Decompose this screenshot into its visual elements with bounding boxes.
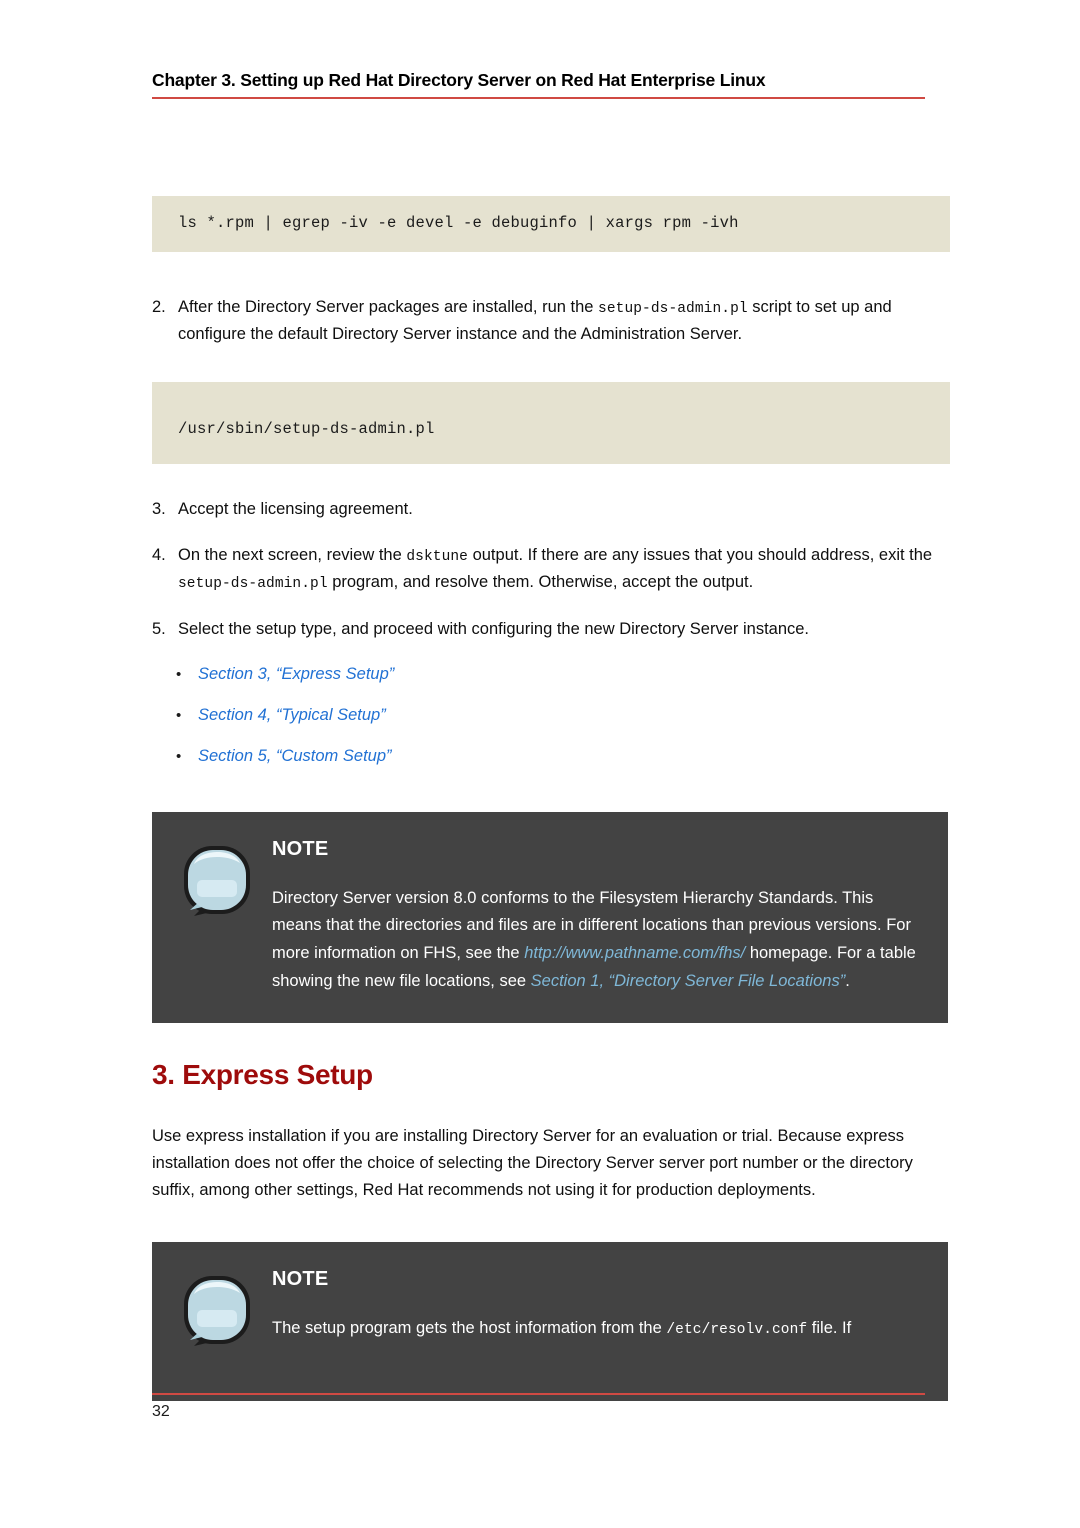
list-item-xref-typical: • Section 4, “Typical Setup” — [152, 706, 952, 725]
procedure-list: 2. After the Directory Server packages a… — [152, 294, 952, 348]
step4-text-b: output. If there are any issues that you… — [468, 545, 933, 564]
note-admonition-fhs: NOTE Directory Server version 8.0 confor… — [152, 811, 948, 1024]
note-text-b: file. If — [807, 1318, 852, 1337]
list-item-text: Select the setup type, and proceed with … — [178, 619, 810, 638]
list-item-xref-express: • Section 3, “Express Setup” — [152, 665, 952, 684]
page-footer: 32 — [152, 1393, 925, 1421]
note-body: NOTE The setup program gets the host inf… — [256, 1268, 918, 1343]
note-admonition-resolv-conf: NOTE The setup program gets the host inf… — [152, 1241, 948, 1401]
note-label: NOTE — [272, 837, 329, 860]
page-number: 32 — [152, 1402, 170, 1420]
note-text: Directory Server version 8.0 conforms to… — [272, 885, 918, 996]
list-marker: 3. — [152, 500, 166, 519]
speech-bubble-icon — [180, 838, 256, 935]
list-item-step-2: 2. After the Directory Server packages a… — [152, 294, 952, 348]
list-marker: 5. — [152, 619, 166, 638]
list-item-text: Accept the licensing agreement. — [178, 500, 413, 519]
speech-bubble-icon — [180, 1268, 256, 1365]
link-fhs-homepage[interactable]: http://www.pathname.com/fhs/ — [524, 944, 745, 962]
section-heading-express-setup: 3. Express Setup — [152, 1059, 373, 1091]
code-block-rpm-install: ls *.rpm | egrep -iv -e devel -e debugin… — [152, 196, 950, 252]
note-text-a: The setup program gets the host informat… — [272, 1318, 667, 1337]
note-text-c: . — [845, 971, 850, 990]
footer-rule — [152, 1393, 925, 1395]
note-label: NOTE — [272, 1267, 329, 1290]
step4-text-a: On the next screen, review the — [178, 545, 407, 564]
inline-code-etc-resolv-conf: /etc/resolv.conf — [666, 1321, 808, 1338]
inline-code-setup-ds-admin-2: setup-ds-admin.pl — [178, 576, 328, 593]
cross-reference-list: • Section 3, “Express Setup” • Section 4… — [152, 665, 952, 766]
list-item-step-5: 5. Select the setup type, and proceed wi… — [152, 616, 952, 643]
note-text: The setup program gets the host informat… — [272, 1315, 918, 1343]
list-item-step-4: 4. On the next screen, review the dsktun… — [152, 542, 952, 597]
link-section-3-express-setup[interactable]: Section 3, “Express Setup” — [198, 665, 394, 684]
step4-text-c: program, and resolve them. Otherwise, ac… — [327, 573, 754, 592]
list-marker: 2. — [152, 298, 166, 316]
page-content: ls *.rpm | egrep -iv -e devel -e debugin… — [152, 196, 952, 1401]
list-item-text: On the next screen, review the dsktune o… — [178, 542, 952, 597]
document-page: Chapter 3. Setting up Red Hat Directory … — [0, 0, 1080, 1528]
running-header: Chapter 3. Setting up Red Hat Directory … — [152, 70, 925, 99]
link-section-4-typical-setup[interactable]: Section 4, “Typical Setup” — [198, 706, 386, 725]
list-item-xref-custom: • Section 5, “Custom Setup” — [152, 747, 952, 766]
list-item-text: After the Directory Server packages are … — [178, 294, 952, 348]
chapter-title: Chapter 3. Setting up Red Hat Directory … — [152, 70, 766, 90]
inline-code-setup-ds-admin: setup-ds-admin.pl — [598, 301, 748, 317]
link-section-5-custom-setup[interactable]: Section 5, “Custom Setup” — [198, 747, 392, 766]
bullet-glyph: • — [176, 665, 182, 683]
section-paragraph: Use express installation if you are inst… — [152, 1127, 913, 1199]
note-body: NOTE Directory Server version 8.0 confor… — [256, 838, 918, 996]
step2-text-a: After the Directory Server packages are … — [178, 298, 599, 316]
bullet-glyph: • — [176, 706, 182, 724]
code-block-setup-script-path: /usr/sbin/setup-ds-admin.pl — [152, 382, 950, 465]
inline-code-dsktune: dsktune — [406, 548, 468, 565]
header-rule — [152, 97, 925, 99]
bullet-glyph: • — [176, 747, 182, 765]
link-section-1-file-locations[interactable]: Section 1, “Directory Server File Locati… — [531, 972, 846, 990]
list-marker: 4. — [152, 545, 166, 564]
list-item-step-3: 3. Accept the licensing agreement. — [152, 496, 952, 523]
